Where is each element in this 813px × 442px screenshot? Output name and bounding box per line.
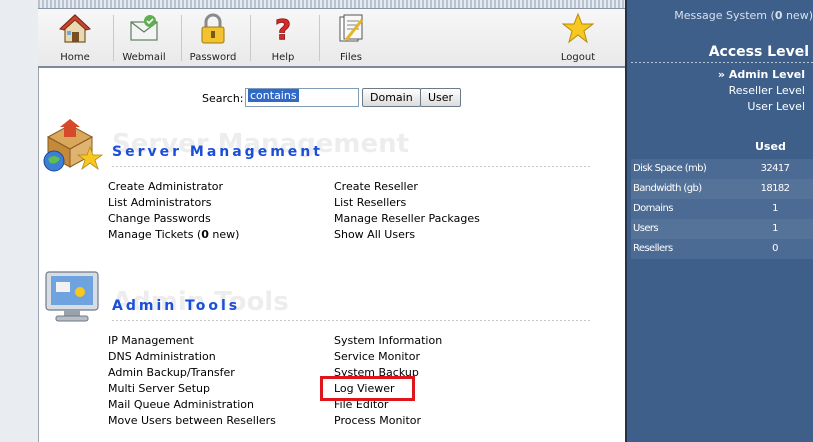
link-manage-reseller-packages[interactable]: Manage Reseller Packages xyxy=(334,211,480,227)
server-management-rule xyxy=(112,166,592,167)
stat-label: Bandwidth (gb) xyxy=(633,183,702,194)
admin-tools-icon xyxy=(45,271,99,322)
toolbar-logout[interactable]: Logout xyxy=(546,9,610,66)
search-row: Search: contains Domain User xyxy=(0,88,625,110)
toolbar-files[interactable]: Files xyxy=(319,9,383,66)
link-move-users-between-resellers[interactable]: Move Users between Resellers xyxy=(108,413,276,429)
house-icon xyxy=(58,14,92,43)
server-management-col1: Create Administrator List Administrators… xyxy=(108,179,239,243)
question-icon: ? xyxy=(274,13,291,46)
log-viewer-highlight xyxy=(320,376,415,401)
stat-value: 1 xyxy=(772,223,778,234)
toolbar-webmail-label: Webmail xyxy=(122,52,166,63)
search-input-value: contains xyxy=(248,89,299,102)
top-strip xyxy=(38,0,625,9)
used-header: Used xyxy=(755,140,786,153)
stat-label: Disk Space (mb) xyxy=(633,163,707,174)
stat-value: 32417 xyxy=(760,163,790,174)
server-management-icon xyxy=(43,119,104,172)
message-system-link[interactable]: Message System (0 new) xyxy=(674,9,813,22)
server-management-title: Server Management xyxy=(112,144,323,160)
access-level-title: Access Level xyxy=(708,44,809,60)
stat-label: Users xyxy=(633,223,659,234)
link-list-resellers[interactable]: List Resellers xyxy=(334,195,480,211)
link-change-passwords[interactable]: Change Passwords xyxy=(108,211,239,227)
search-label: Search: xyxy=(202,92,244,105)
stat-row-bandwidth: Bandwidth (gb) 18182 xyxy=(631,179,813,199)
toolbar-help[interactable]: ? Help xyxy=(251,9,315,66)
link-create-administrator[interactable]: Create Administrator xyxy=(108,179,239,195)
stat-label: Domains xyxy=(633,203,673,214)
toolbar-webmail[interactable]: Webmail xyxy=(112,9,176,66)
message-system-prefix: Message System ( xyxy=(674,9,775,22)
toolbar-files-label: Files xyxy=(340,52,362,63)
manage-tickets-count: 0 xyxy=(201,228,209,241)
stat-value: 18182 xyxy=(760,183,790,194)
padlock-icon xyxy=(201,13,225,44)
link-multi-server-setup[interactable]: Multi Server Setup xyxy=(108,381,276,397)
toolbar-home[interactable]: Home xyxy=(43,9,107,66)
admin-tools-col1: IP Management DNS Administration Admin B… xyxy=(108,333,276,429)
server-management-col2: Create Reseller List Resellers Manage Re… xyxy=(334,179,480,243)
stat-value: 1 xyxy=(772,203,778,214)
stat-row-resellers: Resellers 0 xyxy=(631,239,813,259)
right-sidebar: Message System (0 new) Access Level » Ad… xyxy=(625,0,813,442)
link-process-monitor[interactable]: Process Monitor xyxy=(334,413,442,429)
link-service-monitor[interactable]: Service Monitor xyxy=(334,349,442,365)
link-ip-management[interactable]: IP Management xyxy=(108,333,276,349)
stat-value: 0 xyxy=(772,243,778,254)
access-level-rule xyxy=(631,62,813,63)
toolbar-home-label: Home xyxy=(60,52,90,63)
stat-row-users: Users 1 xyxy=(631,219,813,239)
toolbar-logout-label: Logout xyxy=(560,52,596,63)
star-icon xyxy=(561,12,595,44)
link-system-information[interactable]: System Information xyxy=(334,333,442,349)
manage-tickets-suffix: new) xyxy=(208,228,240,241)
access-level-reseller[interactable]: Reseller Level xyxy=(729,84,805,97)
stat-row-disk-space: Disk Space (mb) 32417 xyxy=(631,159,813,179)
link-create-reseller[interactable]: Create Reseller xyxy=(334,179,480,195)
left-edge xyxy=(0,0,39,442)
toolbar: Home Webmail Password ? Help Files Logou… xyxy=(38,9,625,68)
link-show-all-users[interactable]: Show All Users xyxy=(334,227,480,243)
usage-stats: Disk Space (mb) 32417 Bandwidth (gb) 181… xyxy=(631,159,813,259)
message-system-suffix: new) xyxy=(782,9,813,22)
mail-icon xyxy=(130,15,158,41)
svg-text:?: ? xyxy=(275,13,291,46)
admin-tools-rule xyxy=(112,320,592,321)
access-level-admin[interactable]: » Admin Level xyxy=(718,68,805,81)
search-user-button[interactable]: User xyxy=(420,88,462,107)
link-mail-queue-administration[interactable]: Mail Queue Administration xyxy=(108,397,276,413)
search-domain-button[interactable]: Domain xyxy=(362,88,421,107)
link-admin-backup-transfer[interactable]: Admin Backup/Transfer xyxy=(108,365,276,381)
stat-row-domains: Domains 1 xyxy=(631,199,813,219)
link-dns-administration[interactable]: DNS Administration xyxy=(108,349,276,365)
toolbar-password-label: Password xyxy=(189,52,237,63)
link-manage-tickets[interactable]: Manage Tickets (0 new) xyxy=(108,227,239,243)
toolbar-password[interactable]: Password xyxy=(181,9,245,66)
files-icon xyxy=(339,14,364,42)
access-level-user[interactable]: User Level xyxy=(747,100,805,113)
toolbar-help-label: Help xyxy=(271,52,295,63)
link-list-administrators[interactable]: List Administrators xyxy=(108,195,239,211)
stat-label: Resellers xyxy=(633,243,673,254)
manage-tickets-prefix: Manage Tickets ( xyxy=(108,228,202,241)
admin-tools-title: Admin Tools xyxy=(112,298,241,314)
search-input[interactable]: contains xyxy=(245,88,359,107)
